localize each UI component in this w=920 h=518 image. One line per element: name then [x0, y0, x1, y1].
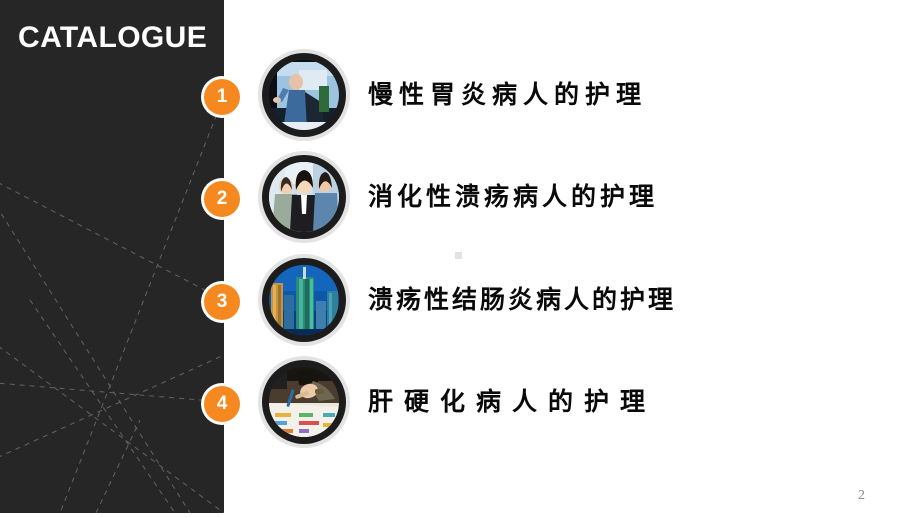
item-thumbnail-4[interactable] [258, 356, 350, 448]
photo-city-skyscrapers-icon [269, 265, 339, 335]
photo-woman-presenting-icon [269, 60, 339, 130]
catalogue-item-1[interactable]: 1 慢性胃炎病人的护理 [0, 45, 920, 149]
photo-business-team-icon [269, 162, 339, 232]
catalogue-item-4[interactable]: 4 肝硬化病人的护理 [0, 352, 920, 456]
slide-canvas: CATALOGUE 1 慢性胃炎病人的护理 2 消化性溃疡病人的护理 3 溃疡性… [0, 0, 920, 518]
item-number-badge-4: 4 [204, 386, 240, 422]
photo-hands-writing-charts-icon [269, 367, 339, 437]
catalogue-item-2[interactable]: 2 消化性溃疡病人的护理 [0, 147, 920, 251]
item-thumbnail-3[interactable] [258, 254, 350, 346]
item-number-badge-3: 3 [204, 284, 240, 320]
item-thumbnail-1[interactable] [258, 49, 350, 141]
page-number: 2 [858, 488, 865, 503]
item-label-4: 肝硬化病人的护理 [368, 387, 657, 416]
item-label-3: 溃疡性结肠炎病人的护理 [368, 285, 677, 314]
thumbnail-ring [262, 155, 346, 239]
item-number-badge-1: 1 [204, 79, 240, 115]
thumbnail-ring [262, 53, 346, 137]
item-number-badge-2: 2 [204, 181, 240, 217]
item-label-2: 消化性溃疡病人的护理 [368, 182, 659, 211]
thumbnail-ring [262, 258, 346, 342]
item-thumbnail-2[interactable] [258, 151, 350, 243]
decorative-dot [455, 252, 462, 259]
item-label-1: 慢性胃炎病人的护理 [368, 80, 648, 109]
catalogue-item-3[interactable]: 3 溃疡性结肠炎病人的护理 [0, 250, 920, 354]
thumbnail-ring [262, 360, 346, 444]
